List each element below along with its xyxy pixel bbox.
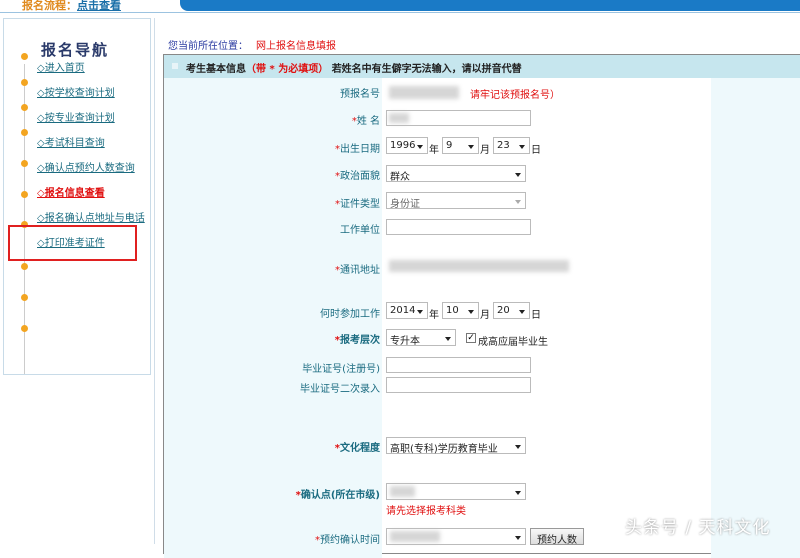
work-day-select[interactable]: 20 [493, 302, 530, 319]
flow-link[interactable]: 点击查看 [77, 0, 121, 12]
timeline-dot [21, 191, 28, 198]
birth-month-select[interactable]: 9 [442, 137, 479, 154]
appointment-count-button[interactable]: 预约人数 [530, 528, 584, 546]
education-label: *文化程度 [334, 443, 380, 454]
timeline-dot [21, 160, 28, 167]
nav-registration-info[interactable]: ◇报名信息查看 [37, 184, 105, 199]
square-icon [172, 63, 178, 69]
timeline-dot [21, 79, 28, 86]
nav-by-school[interactable]: ◇按学校查询计划 [37, 84, 115, 99]
political-select[interactable]: 群众 [386, 165, 526, 183]
timeline-dot [21, 129, 28, 136]
highlight-box [8, 225, 137, 261]
nav-home[interactable]: ◇进入首页 [37, 59, 85, 74]
breadcrumb-current: 网上报名信息填报 [256, 41, 336, 52]
nav-by-major[interactable]: ◇按专业查询计划 [37, 109, 115, 124]
timeline-dot [21, 104, 28, 111]
month-unit: 月 [480, 145, 490, 156]
flow-link-area: 报名流程：点击查看 [22, 0, 121, 13]
watermark: 头条号 / 天科文化 [625, 518, 771, 538]
education-select[interactable]: 高职(专科)学历教育毕业 [386, 437, 526, 455]
name-value-blurred [389, 113, 409, 123]
sidebar-nav: 报名导航 ◇进入首页 ◇按学校查询计划 ◇按专业查询计划 ◇考试科目查询 ◇确认… [3, 18, 151, 375]
day-unit: 日 [531, 310, 541, 321]
section-header: 考生基本信息（带 * 为必填项） 若姓名中有生僻字无法输入，请以拼音代替 [164, 55, 800, 78]
day-unit: 日 [531, 145, 541, 156]
year-unit: 年 [429, 145, 439, 156]
required-note: （带 * 为必填项） [246, 64, 329, 75]
right-column [711, 78, 800, 558]
diploma2-input[interactable] [386, 377, 531, 393]
birth-day-select[interactable]: 23 [493, 137, 530, 154]
diploma-input[interactable] [386, 357, 531, 373]
employer-input[interactable] [386, 219, 531, 235]
section-title: 考生基本信息 [186, 64, 246, 75]
nav-confirm-address[interactable]: ◇报名确认点地址与电话 [37, 209, 145, 224]
birth-label: *出生日期 [335, 144, 380, 155]
level-select[interactable]: 专升本 [386, 329, 456, 347]
nav-title: 报名导航 [41, 41, 110, 59]
header-banner [180, 0, 800, 11]
nav-appointment-count[interactable]: ◇确认点预约人数查询 [37, 159, 135, 174]
appointment-blurred [390, 531, 440, 542]
work-year-select[interactable]: 2014 [386, 302, 428, 319]
flow-label: 报名流程： [22, 0, 77, 12]
name-label: *姓 名 [351, 116, 380, 127]
form-panel: 考生基本信息（带 * 为必填项） 若姓名中有生僻字无法输入，请以拼音代替 预报名… [163, 54, 800, 558]
address-label: *通讯地址 [335, 265, 380, 276]
top-bar: 报名流程：点击查看 [0, 0, 800, 13]
prereg-value-blurred [389, 86, 459, 99]
diploma-label: 毕业证号(注册号) [302, 364, 380, 375]
prereg-label: 预报名号 [340, 89, 380, 100]
fresh-graduate-label: 成高应届毕业生 [478, 337, 548, 348]
breadcrumb-label: 您当前所在位置： [168, 41, 248, 52]
timeline-dot [21, 53, 28, 60]
section-note: 若姓名中有生僻字无法输入，请以拼音代替 [331, 64, 522, 75]
timeline-dot [21, 263, 28, 270]
month-unit: 月 [480, 310, 490, 321]
diploma2-label: 毕业证号二次录入 [300, 384, 380, 395]
birth-year-select[interactable]: 1996 [386, 137, 428, 154]
confirm-point-blurred [390, 486, 415, 497]
idtype-label: *证件类型 [335, 199, 380, 210]
idtype-select[interactable]: 身份证 [386, 192, 526, 210]
confirm-point-label: *确认点(所在市级) [295, 490, 380, 501]
prereg-hint: 请牢记该预报名号） [470, 90, 560, 101]
employer-label: 工作单位 [340, 225, 380, 236]
divider [154, 18, 155, 544]
year-unit: 年 [429, 310, 439, 321]
timeline-dot [21, 325, 28, 332]
level-label: *报考层次 [334, 335, 380, 346]
work-month-select[interactable]: 10 [442, 302, 479, 319]
fresh-graduate-checkbox[interactable]: ✓ [466, 333, 476, 343]
confirm-point-hint: 请先选择报考科类 [386, 506, 466, 517]
address-value-blurred [389, 260, 569, 272]
nav-exam-subjects[interactable]: ◇考试科目查询 [37, 134, 105, 149]
political-label: *政治面貌 [335, 171, 380, 182]
workstart-label: 何时参加工作 [320, 309, 380, 320]
timeline-dot [21, 294, 28, 301]
breadcrumb: 您当前所在位置： 网上报名信息填报 [168, 37, 336, 52]
